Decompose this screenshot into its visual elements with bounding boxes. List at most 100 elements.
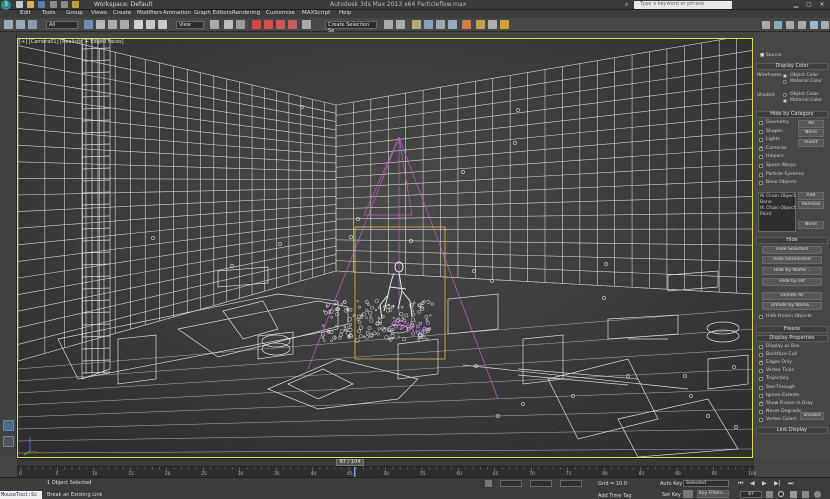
graphite-toolset-icon[interactable] — [424, 20, 433, 29]
undo-icon[interactable] — [50, 1, 57, 8]
time-slider[interactable]: 87 / 104 — [17, 458, 754, 466]
menu-item-customize[interactable]: Customize — [266, 10, 295, 16]
coord-x-field[interactable] — [500, 480, 522, 487]
hide-selected-button[interactable]: Hide Selected — [762, 246, 822, 254]
panel-tab-display-icon[interactable] — [810, 21, 818, 29]
camera-viewport[interactable] — [17, 38, 753, 458]
save-file-icon[interactable] — [38, 1, 45, 8]
menu-item-rendering[interactable]: Rendering — [232, 10, 260, 16]
category-list[interactable]: IK Chain Object Bone IK Chain Object Poi… — [758, 192, 796, 232]
category-remove-button[interactable]: Remove — [798, 201, 824, 209]
display-property-checkbox[interactable] — [759, 385, 763, 390]
select-object-icon[interactable] — [84, 20, 93, 29]
time-slider-thumb[interactable]: 87 / 104 — [336, 459, 364, 466]
category-checkbox[interactable] — [759, 121, 763, 125]
bind-to-space-warp-icon[interactable] — [28, 20, 37, 29]
key-filters-button[interactable]: Key Filters... — [697, 490, 729, 498]
pivot-center-icon[interactable] — [210, 20, 219, 29]
time-configuration-icon[interactable] — [766, 491, 773, 498]
category-all-button[interactable]: All — [798, 120, 824, 128]
edit-named-selection-icon[interactable] — [302, 20, 311, 29]
project-folder-icon[interactable] — [72, 1, 79, 8]
close-icon[interactable]: ✕ — [816, 1, 828, 9]
category-list-item[interactable]: Point — [760, 212, 771, 217]
snaps-toggle-icon[interactable] — [252, 20, 261, 29]
display-property-checkbox[interactable] — [759, 409, 763, 414]
material-editor-icon[interactable] — [462, 20, 471, 29]
select-and-move-icon[interactable] — [134, 20, 143, 29]
hide-unselected-button[interactable]: Hide Unselected — [762, 256, 822, 264]
set-keys-icon[interactable] — [683, 490, 693, 498]
rollout-link-display[interactable]: Link Display — [756, 427, 828, 434]
display-property-checkbox[interactable] — [759, 417, 763, 422]
menu-item-group[interactable]: Group — [66, 10, 83, 16]
previous-frame-icon[interactable]: ◀ — [750, 480, 755, 487]
reference-coord-dropdown[interactable]: View — [176, 21, 204, 29]
category-checkbox[interactable] — [759, 164, 763, 168]
layer-manager-icon[interactable] — [412, 20, 421, 29]
menu-item-views[interactable]: Views — [91, 10, 107, 16]
redo-icon[interactable] — [61, 1, 68, 8]
window-crossing-icon[interactable] — [120, 20, 129, 29]
viewport-label[interactable]: [+] [Camera01] [Realistic + Edged Faces] — [19, 39, 124, 45]
category-list-item[interactable]: IK Chain Object — [760, 194, 795, 199]
display-property-checkbox[interactable] — [759, 353, 763, 358]
rectangular-selection-icon[interactable] — [108, 20, 117, 29]
menu-item-help[interactable]: Help — [339, 10, 352, 16]
play-icon[interactable]: ▶ — [762, 480, 767, 487]
panel-tab-hierarchy-icon[interactable] — [786, 21, 794, 29]
panel-tab-create-icon[interactable] — [762, 21, 770, 29]
unhide-by-name-button[interactable]: Unhide by Name... — [762, 302, 822, 310]
hide-by-hit-button[interactable]: Hide by Hit — [762, 278, 822, 286]
display-property-checkbox[interactable] — [759, 377, 763, 382]
coord-y-field[interactable] — [530, 480, 552, 487]
select-and-link-icon[interactable] — [4, 20, 13, 29]
zoom-extents-icon[interactable] — [790, 491, 797, 498]
menu-item-modifiers[interactable]: Modifiers — [137, 10, 162, 16]
panel-tab-utilities-icon[interactable] — [821, 21, 829, 29]
go-to-end-icon[interactable]: ⏭ — [788, 480, 793, 488]
lock-selection-icon[interactable] — [485, 480, 492, 487]
mirror-icon[interactable] — [384, 20, 393, 29]
menu-item-tools[interactable]: Tools — [42, 10, 56, 16]
selection-filter-dropdown[interactable]: All — [46, 21, 78, 29]
schematic-view-icon[interactable] — [448, 20, 457, 29]
display-property-checkbox[interactable] — [759, 359, 763, 366]
rollout-hide[interactable]: Hide — [756, 237, 828, 244]
named-selection-dropdown[interactable]: Create Selection Se — [325, 21, 377, 34]
set-key-label[interactable]: Set Key — [662, 492, 681, 498]
percent-snap-icon[interactable] — [276, 20, 285, 29]
ribbon-toggle-button[interactable] — [3, 420, 14, 431]
track-bar[interactable]: 0 5 10 15 20 25 30 35 40 45 50 55 60 65 70 75 80 85 90 95 10… — [17, 466, 756, 478]
rollout-freeze[interactable]: Freeze — [756, 326, 828, 333]
search-input[interactable]: Type a keyword or phrase — [634, 1, 732, 9]
select-and-manipulate-icon[interactable] — [224, 20, 233, 29]
maximize-icon[interactable]: ▢ — [803, 1, 815, 9]
rollout-display-properties[interactable]: Display Properties — [756, 335, 828, 342]
open-file-icon[interactable] — [27, 1, 34, 8]
category-none2-button[interactable]: None — [798, 221, 824, 229]
select-and-rotate-icon[interactable] — [146, 20, 155, 29]
field-of-view-icon[interactable] — [802, 491, 809, 498]
curve-editor-icon[interactable] — [436, 20, 445, 29]
go-to-start-icon[interactable]: ⏮ — [738, 480, 743, 488]
category-checkbox[interactable] — [759, 181, 763, 186]
shaded-material-color-radio[interactable] — [783, 99, 787, 103]
render-production-icon[interactable] — [500, 20, 509, 29]
render-setup-icon[interactable] — [476, 20, 485, 29]
wireframe-object-color-radio[interactable] — [783, 74, 787, 78]
unlink-selection-icon[interactable] — [16, 20, 25, 29]
add-time-tag[interactable]: Add Time Tag — [598, 493, 632, 499]
menu-item-create[interactable]: Create — [113, 10, 131, 16]
display-property-checkbox[interactable] — [759, 345, 763, 349]
category-checkbox[interactable] — [759, 145, 763, 151]
search-icon[interactable]: ⌕ — [625, 1, 628, 9]
ribbon-expand-button[interactable] — [3, 436, 14, 447]
spinner-snap-icon[interactable] — [288, 20, 297, 29]
new-file-icon[interactable] — [16, 1, 23, 8]
category-checkbox[interactable] — [759, 172, 763, 177]
vertex-colors-shaded-button[interactable]: Shaded — [800, 412, 824, 420]
select-and-scale-icon[interactable] — [158, 20, 167, 29]
category-checkbox[interactable] — [759, 155, 763, 160]
hide-frozen-checkbox[interactable] — [759, 315, 763, 319]
